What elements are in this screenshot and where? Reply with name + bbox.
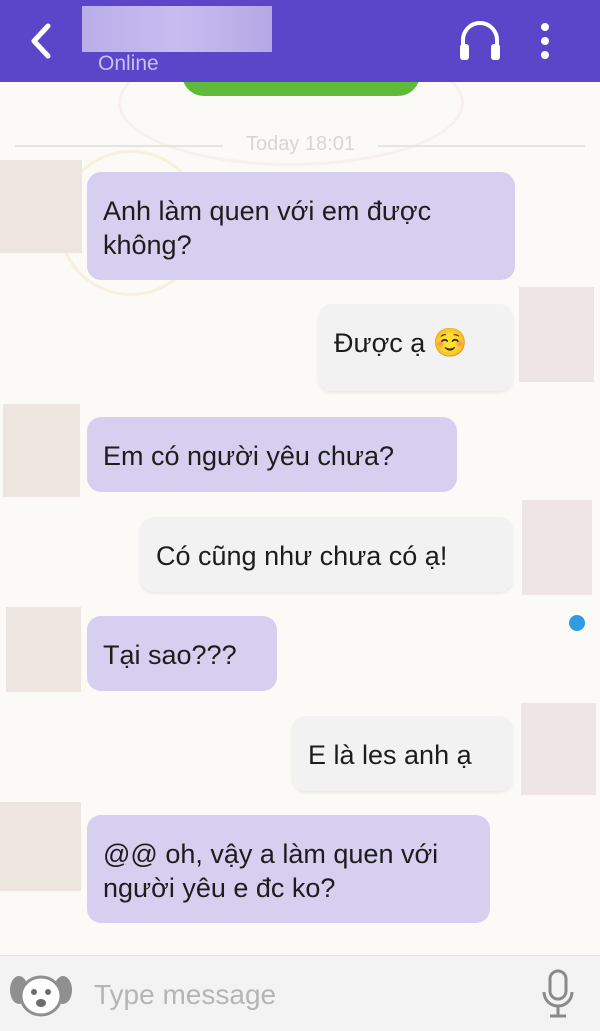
outgoing-message: Được ạ ☺️ [318,304,513,391]
sticker-button[interactable] [10,970,72,1018]
user-avatar[interactable] [522,500,592,595]
message-text: Có cũng như chưa có ạ! [156,541,448,571]
message-text: Anh làm quen với em được không? [103,196,432,260]
divider-line [378,145,585,147]
incoming-message: @@ oh, vậy a làm quen với người yêu e đc… [87,815,490,923]
message-text: @@ oh, vậy a làm quen với người yêu e đc… [103,839,439,903]
incoming-message: Em có người yêu chưa? [87,417,457,492]
more-options-button[interactable] [530,18,560,64]
divider-line [15,145,223,147]
date-divider: Today 18:01 [246,133,355,155]
smiling-face-emoji-icon: ☺️ [432,327,468,358]
contact-avatar[interactable] [0,160,82,253]
back-button[interactable] [22,18,62,64]
message-composer [0,955,600,1031]
message-text: Được ạ [334,328,426,358]
unread-indicator [569,615,585,631]
outgoing-message: Có cũng như chưa có ạ! [140,517,513,592]
call-button[interactable] [456,18,504,64]
message-text: E là les anh ạ [308,740,472,770]
chat-header: Online [0,0,600,82]
contact-avatar[interactable] [3,404,80,497]
user-avatar[interactable] [519,287,594,382]
contact-name-blurred [82,6,272,52]
outgoing-message: E là les anh ạ [292,716,513,791]
user-avatar[interactable] [521,703,596,795]
contact-avatar[interactable] [0,802,81,891]
back-arrow-icon [31,23,51,59]
incoming-message: Tại sao??? [87,616,277,691]
incoming-message: Anh làm quen với em được không? [87,172,515,280]
more-vertical-icon [541,23,549,59]
contact-avatar[interactable] [6,607,81,692]
message-text: Tại sao??? [103,640,237,670]
contact-status: Online [98,52,159,75]
message-input[interactable] [92,974,516,1016]
headset-icon [460,21,500,60]
microphone-icon [542,969,574,1018]
message-text: Em có người yêu chưa? [103,441,394,471]
dog-sticker-icon [10,975,72,1017]
microphone-button[interactable] [540,968,576,1020]
